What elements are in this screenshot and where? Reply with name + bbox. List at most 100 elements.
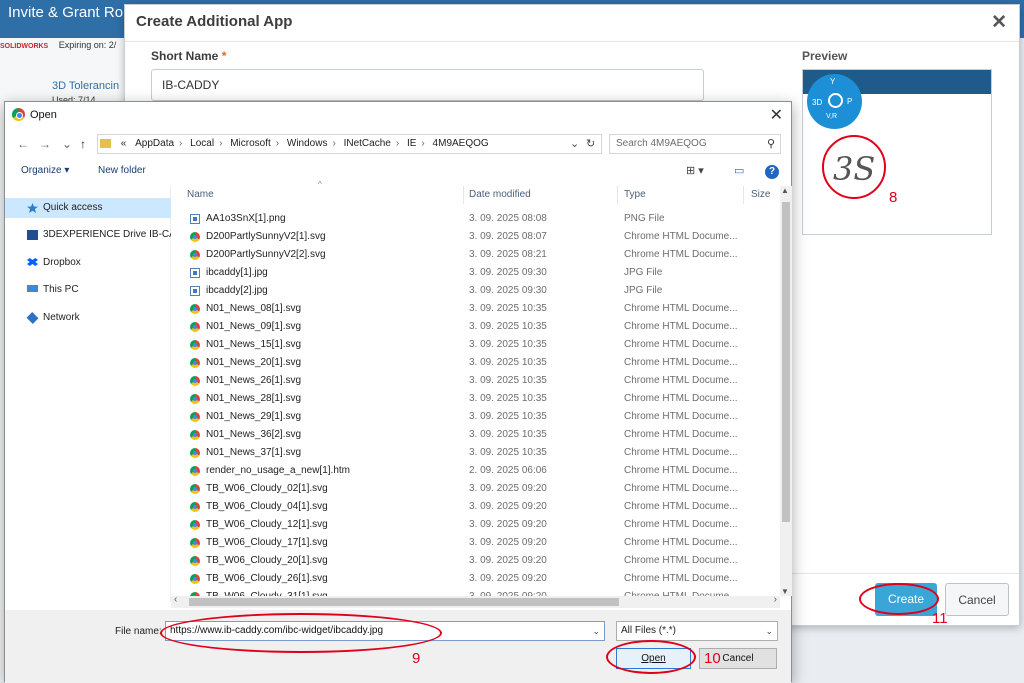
file-row[interactable]: TB_W06_Cloudy_31[1].svg 3. 09. 2025 09:20… (180, 588, 780, 596)
expiring-text: Expiring on: 2/ (58, 40, 117, 50)
file-name: TB_W06_Cloudy_04[1].svg (206, 501, 328, 512)
short-name-label: Short Name * (151, 49, 226, 63)
file-row[interactable]: TB_W06_Cloudy_17[1].svg 3. 09. 2025 09:20… (180, 534, 780, 552)
file-type: Chrome HTML Docume... (624, 501, 738, 512)
file-row[interactable]: TB_W06_Cloudy_26[1].svg 3. 09. 2025 09:20… (180, 570, 780, 588)
nav-item-this-pc[interactable]: This PC (5, 280, 171, 300)
scroll-down-icon[interactable]: ▼ (781, 587, 789, 596)
dialog-toolbar: Organize ▾ New folder ⊞ ▾ ▭ ? (5, 162, 791, 182)
file-row[interactable]: N01_News_36[2].svg 3. 09. 2025 10:35 Chrom… (180, 426, 780, 444)
file-name: ibcaddy[2].jpg (206, 285, 268, 296)
chrome-document-icon (190, 556, 200, 566)
file-name: render_no_usage_a_new[1].htm (206, 465, 350, 476)
file-date: 3. 09. 2025 09:20 (469, 501, 547, 512)
organize-menu[interactable]: Organize ▾ (21, 165, 69, 176)
search-icon: ⚲ (766, 138, 775, 150)
view-options-icon[interactable]: ⊞ ▾ (686, 164, 704, 177)
file-row[interactable]: ibcaddy[1].jpg 3. 09. 2025 09:30 JPG File (180, 264, 780, 282)
modal-cancel-button[interactable]: Cancel (945, 583, 1009, 616)
file-row[interactable]: TB_W06_Cloudy_20[1].svg 3. 09. 2025 09:20… (180, 552, 780, 570)
column-header-type[interactable]: Type (624, 186, 646, 204)
nav-item-network[interactable]: Network (5, 308, 171, 328)
address-segment-folder[interactable]: 4M9AEQOG (433, 138, 489, 149)
address-segment-microsoft[interactable]: Microsoft (230, 138, 271, 149)
column-header-name[interactable]: Name (187, 186, 214, 204)
search-input[interactable]: Search 4M9AEQOG ⚲ (609, 134, 781, 154)
vertical-scrollbar[interactable]: ▲ ▼ (780, 186, 792, 596)
file-row[interactable]: D200PartlySunnyV2[1].svg 3. 09. 2025 08:0… (180, 228, 780, 246)
chevron-down-icon[interactable]: ⌄ (765, 622, 773, 640)
address-separator: › (421, 138, 425, 149)
column-header-size[interactable]: Size (751, 186, 770, 204)
file-row[interactable]: N01_News_26[1].svg 3. 09. 2025 10:35 Chrom… (180, 372, 780, 390)
short-name-label-text: Short Name (151, 49, 219, 63)
chrome-document-icon (190, 358, 200, 368)
preview-pane-icon[interactable]: ▭ (734, 164, 744, 177)
file-row[interactable]: N01_News_09[1].svg 3. 09. 2025 10:35 Chrom… (180, 318, 780, 336)
column-header-date[interactable]: Date modified (469, 186, 531, 204)
scroll-left-icon[interactable]: ‹ (174, 594, 177, 605)
file-row[interactable]: N01_News_29[1].svg 3. 09. 2025 10:35 Chrom… (180, 408, 780, 426)
file-date: 2. 09. 2025 06:06 (469, 465, 547, 476)
open-file-dialog: Open ✕ ← → ⌄ ↑ « AppData › Local › Microso… (4, 101, 792, 683)
chrome-document-icon (190, 574, 200, 584)
file-name: D200PartlySunnyV2[1].svg (206, 231, 326, 242)
chrome-document-icon (190, 232, 200, 242)
file-row[interactable]: TB_W06_Cloudy_04[1].svg 3. 09. 2025 09:20… (180, 498, 780, 516)
file-row[interactable]: N01_News_20[1].svg 3. 09. 2025 10:35 Chrom… (180, 354, 780, 372)
file-type: Chrome HTML Docume... (624, 321, 738, 332)
file-row[interactable]: N01_News_08[1].svg 3. 09. 2025 10:35 Chrom… (180, 300, 780, 318)
dropbox-icon (27, 258, 38, 266)
file-type-value: All Files (*.*) (621, 625, 677, 636)
help-icon[interactable]: ? (765, 165, 779, 179)
address-segment-windows[interactable]: Windows (287, 138, 328, 149)
dialog-close-button[interactable]: ✕ (770, 105, 783, 125)
file-row[interactable]: N01_News_37[1].svg 3. 09. 2025 10:35 Chrom… (180, 444, 780, 462)
file-row[interactable]: render_no_usage_a_new[1].htm 2. 09. 2025 … (180, 462, 780, 480)
dialog-title: Open (30, 109, 57, 121)
address-dropdown-icon[interactable]: ⌄ (570, 134, 579, 154)
scroll-thumb[interactable] (189, 598, 619, 606)
nav-item-dropbox[interactable]: Dropbox (5, 253, 171, 273)
file-type-select[interactable]: All Files (*.*) ⌄ (616, 621, 778, 641)
up-arrow-icon[interactable]: ↑ (80, 134, 86, 154)
chrome-document-icon (190, 502, 200, 512)
recent-locations-icon[interactable]: ⌄ (62, 134, 72, 154)
short-name-input[interactable]: IB-CADDY (151, 69, 704, 101)
file-row[interactable]: D200PartlySunnyV2[2].svg 3. 09. 2025 08:2… (180, 246, 780, 264)
refresh-icon[interactable]: ↻ (586, 134, 595, 154)
file-row[interactable]: ibcaddy[2].jpg 3. 09. 2025 09:30 JPG File (180, 282, 780, 300)
file-date: 3. 09. 2025 10:35 (469, 393, 547, 404)
chrome-document-icon (190, 304, 200, 314)
file-row[interactable]: N01_News_15[1].svg 3. 09. 2025 10:35 Chrom… (180, 336, 780, 354)
new-folder-button[interactable]: New folder (98, 165, 146, 176)
navigation-pane: Quick access 3DEXPERIENCE Drive IB-CAD D… (5, 186, 171, 602)
address-segment-local[interactable]: Local (190, 138, 214, 149)
file-name: N01_News_20[1].svg (206, 357, 302, 368)
nav-item-quick-access[interactable]: Quick access (5, 198, 171, 218)
nav-item-3dexperience-drive[interactable]: 3DEXPERIENCE Drive IB-CAD (5, 225, 171, 245)
scroll-right-icon[interactable]: › (774, 594, 777, 605)
address-segment-inetcache[interactable]: INetCache (344, 138, 391, 149)
file-row[interactable]: N01_News_28[1].svg 3. 09. 2025 10:35 Chrom… (180, 390, 780, 408)
horizontal-scrollbar[interactable]: ‹ › (171, 594, 780, 608)
scroll-thumb[interactable] (782, 202, 790, 522)
file-date: 3. 09. 2025 10:35 (469, 375, 547, 386)
sort-ascending-icon: ^ (318, 180, 322, 189)
chevron-down-icon[interactable]: ⌄ (592, 622, 600, 640)
address-bar[interactable]: « AppData › Local › Microsoft › Windows › IN… (97, 134, 602, 154)
file-row[interactable]: AA1o3SnX[1].png 3. 09. 2025 08:08 PNG File (180, 210, 780, 228)
modal-close-button[interactable]: ✕ (991, 11, 1007, 34)
scroll-up-icon[interactable]: ▲ (781, 186, 789, 195)
forward-arrow-icon[interactable]: → (39, 134, 51, 154)
file-row[interactable]: TB_W06_Cloudy_02[1].svg 3. 09. 2025 09:20… (180, 480, 780, 498)
back-arrow-icon[interactable]: ← (17, 134, 29, 154)
background-app-item[interactable]: 3D Tolerancin (52, 80, 130, 92)
address-segment-appdata[interactable]: AppData (135, 138, 174, 149)
address-segment-ie[interactable]: IE (407, 138, 416, 149)
file-row[interactable]: TB_W06_Cloudy_12[1].svg 3. 09. 2025 09:20… (180, 516, 780, 534)
chrome-document-icon (190, 340, 200, 350)
nav-item-label: Dropbox (43, 257, 81, 268)
nav-item-label: Quick access (43, 202, 103, 213)
file-name: N01_News_09[1].svg (206, 321, 302, 332)
